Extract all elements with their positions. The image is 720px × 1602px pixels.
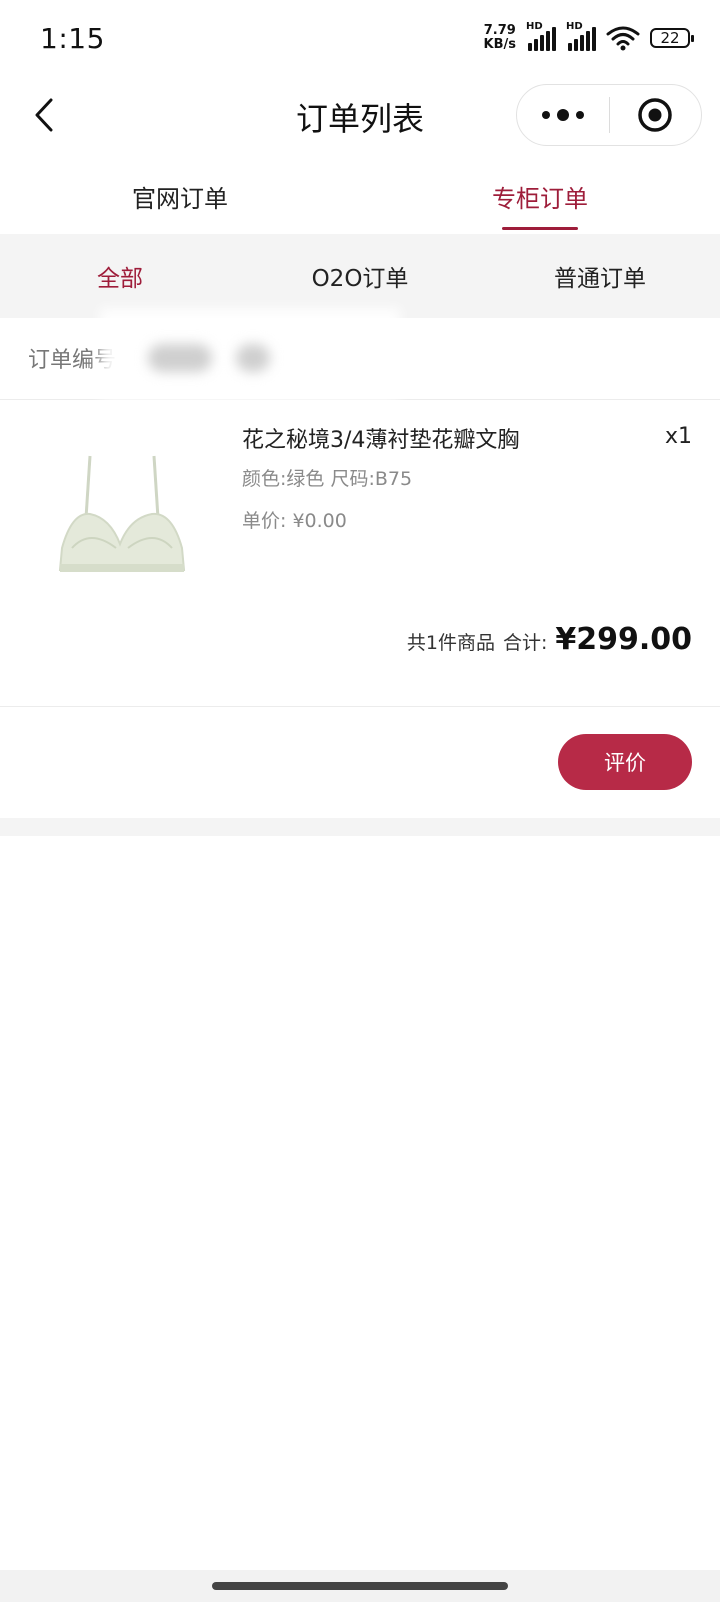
close-mini-program-button[interactable] (610, 85, 702, 145)
total-amount: ¥299.00 (555, 622, 692, 657)
total-label: 合计: (502, 632, 548, 654)
signal-icon-2: HD (566, 21, 596, 51)
network-speed-unit: KB/s (483, 37, 516, 52)
order-type-tabs: 全部 O2O订单 普通订单 (0, 234, 720, 318)
network-speed-value: 7.79 (483, 23, 516, 38)
home-indicator[interactable] (212, 1582, 508, 1590)
order-number-row: 订单编号 (0, 308, 720, 400)
subtab-normal-label: 普通订单 (554, 266, 646, 292)
back-button[interactable] (22, 90, 66, 140)
battery-icon: 22 (650, 28, 694, 48)
hd-label-2: HD (566, 21, 583, 32)
tab-official-orders[interactable]: 官网订单 (0, 158, 360, 234)
product-unit-price: 单价: ¥0.00 (242, 510, 347, 532)
product-image[interactable] (50, 448, 194, 578)
product-spec: 颜色:绿色 尺码:B75 (242, 468, 413, 490)
status-bar: 1:15 7.79 KB/s HD HD 22 (0, 0, 720, 80)
status-time: 1:15 (40, 22, 105, 55)
active-tab-underline (502, 227, 578, 230)
order-total-row: 共1件商品 合计: ¥299.00 (407, 622, 692, 657)
subtab-all[interactable]: 全部 (0, 234, 240, 318)
order-list-page: 1:15 7.79 KB/s HD HD 22 订单列表 官网订单 专柜订单 全… (0, 0, 720, 1602)
product-name[interactable]: 花之秘境3/4薄衬垫花瓣文胸 (242, 422, 519, 454)
wifi-icon (606, 26, 640, 51)
product-quantity: x1 (664, 424, 692, 449)
subtab-normal[interactable]: 普通订单 (480, 234, 720, 318)
order-card[interactable]: 订单编号 花之秘境3/4薄衬垫花瓣文胸 x1 颜色:绿色 尺码:B75 单价: … (0, 308, 720, 818)
order-number-redacted (118, 328, 398, 388)
subtab-all-label: 全部 (97, 266, 143, 292)
subtab-o2o-label: O2O订单 (311, 266, 409, 292)
network-speed: 7.79 KB/s (484, 24, 516, 52)
order-source-tabs: 官网订单 专柜订单 (0, 158, 720, 234)
tab-official-orders-label: 官网订单 (132, 184, 228, 213)
hd-label: HD (526, 21, 543, 32)
review-button[interactable]: 评价 (558, 734, 692, 790)
tab-counter-orders-label: 专柜订单 (492, 184, 588, 213)
card-divider (0, 706, 720, 707)
status-icons: 7.79 KB/s HD HD 22 (484, 21, 694, 52)
subtab-o2o[interactable]: O2O订单 (240, 234, 480, 318)
target-icon (638, 98, 672, 132)
mini-program-capsule (516, 84, 702, 146)
tab-counter-orders[interactable]: 专柜订单 (360, 158, 720, 234)
more-button[interactable] (517, 85, 609, 145)
gesture-bar-area (0, 1570, 720, 1602)
card-separator (0, 818, 720, 836)
signal-icon: HD (526, 21, 556, 51)
total-item-count: 共1件商品 (406, 632, 495, 654)
chevron-left-icon (35, 98, 53, 132)
nav-bar: 订单列表 (0, 80, 720, 150)
